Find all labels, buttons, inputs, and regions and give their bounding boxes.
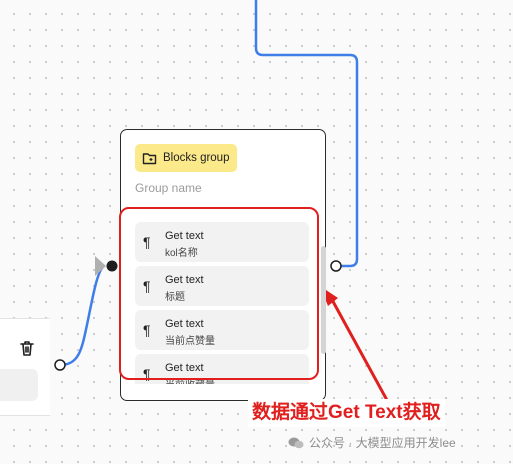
output-handle <box>330 260 342 272</box>
input-arrow <box>95 256 106 276</box>
input-handle <box>106 260 118 272</box>
annotation-highlight-box <box>119 207 319 380</box>
left-output-handle <box>54 359 66 371</box>
blocks-group-badge: Blocks group <box>135 144 238 172</box>
wechat-icon <box>288 437 304 448</box>
left-node-field[interactable] <box>0 369 38 401</box>
blocks-group-label: Blocks group <box>163 152 230 164</box>
folder-icon <box>142 152 157 164</box>
annotation-text: 数据通过Get Text获取 <box>248 399 445 427</box>
wire-left <box>59 264 105 367</box>
watermark: 公众号 · 大模型应用开发lee <box>288 434 456 451</box>
watermark-text: 公众号 · 大模型应用开发lee <box>309 436 456 450</box>
left-node[interactable] <box>0 318 50 416</box>
card-scrollbar[interactable] <box>321 246 326 354</box>
group-name-field[interactable]: Group name <box>135 181 202 195</box>
annotation-arrow-line <box>328 295 390 403</box>
trash-icon[interactable] <box>18 339 36 357</box>
